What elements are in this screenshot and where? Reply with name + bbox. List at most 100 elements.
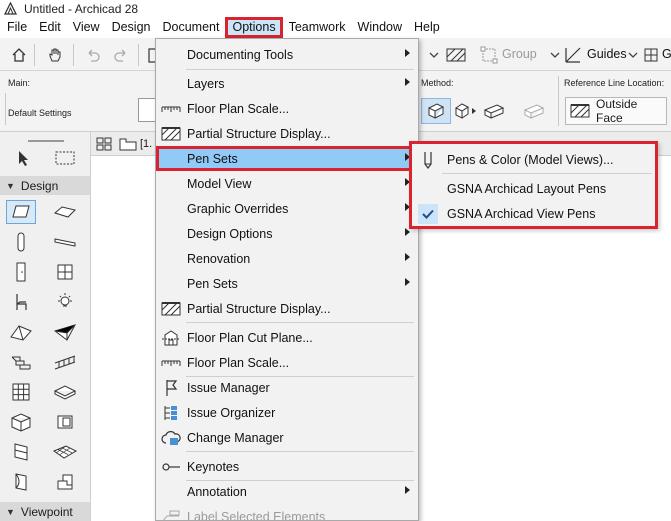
object-chair-tool-icon[interactable] [6, 290, 36, 314]
menu-design[interactable]: Design [106, 17, 157, 38]
submenu-arrow-icon [405, 486, 410, 494]
stair-opening-tool-icon[interactable] [50, 470, 80, 494]
submenu-arrow-icon [405, 278, 410, 286]
menu-item-issue-manager[interactable]: Issue Manager [156, 375, 418, 400]
toolbox-grip[interactable] [28, 140, 64, 142]
toolbox-panel: ▼ Design ▼ Viewpoint [0, 132, 91, 521]
trailing-toolbar-label[interactable]: G [662, 47, 671, 61]
default-settings-label[interactable]: Default Settings [8, 108, 72, 118]
infobox-divider [5, 93, 6, 125]
tab-grid-icon[interactable] [95, 136, 113, 152]
viewpoint-section-header[interactable]: ▼ Viewpoint [0, 502, 90, 521]
reference-line-value: Outside Face [596, 97, 638, 125]
method-straight-wall-icon[interactable] [421, 98, 451, 124]
mesh-tool-icon[interactable] [50, 440, 80, 464]
roof-tool-icon[interactable] [6, 320, 36, 344]
shell-tool-icon[interactable] [50, 320, 80, 344]
menu-item-issue-organizer[interactable]: Issue Organizer [156, 400, 418, 425]
submenu-arrow-icon [405, 228, 410, 236]
method-curved-wall-icon[interactable] [451, 98, 481, 124]
column-tool-icon[interactable] [6, 230, 36, 254]
menu-item-change-manager[interactable]: Change Manager [156, 425, 418, 450]
menu-item-icon-blank [160, 223, 182, 245]
menu-item-floor-plan-scale[interactable]: Floor Plan Scale... [156, 96, 418, 121]
menu-item-pen-sets[interactable]: Pen Sets [156, 271, 418, 296]
main-label: Main: [8, 78, 31, 88]
menu-separator [186, 69, 414, 70]
menu-item-icon-blank [160, 73, 182, 95]
menu-item-icon-blank [160, 44, 182, 66]
pen-icon [418, 150, 438, 170]
menu-item-partial-structure-display[interactable]: Partial Structure Display... [156, 121, 418, 146]
redo-icon[interactable] [110, 44, 132, 66]
design-section-header[interactable]: ▼ Design [0, 176, 90, 195]
opening-tool-icon[interactable] [6, 470, 36, 494]
submenu-arrow-icon [405, 253, 410, 261]
menu-edit[interactable]: Edit [33, 17, 67, 38]
dropdown-chevron-icon[interactable] [423, 44, 445, 66]
flag-icon [160, 377, 182, 399]
floor-plan-tab-label[interactable]: [1. [140, 138, 152, 150]
menu-document[interactable]: Document [157, 17, 226, 38]
object-box-tool-icon[interactable] [6, 410, 36, 434]
method-polygon-wall-icon[interactable] [519, 98, 549, 124]
menu-view[interactable]: View [67, 17, 106, 38]
outside-face-icon [570, 102, 590, 120]
method-trapezoid-wall-icon[interactable] [479, 98, 509, 124]
submenu-item-gsna-view-pens[interactable]: GSNA Archicad View Pens [412, 201, 655, 226]
home-icon[interactable] [8, 44, 30, 66]
submenu-item-gsna-layout-pens[interactable]: GSNA Archicad Layout Pens [412, 176, 655, 201]
pan-hand-icon[interactable] [44, 44, 66, 66]
lamp-tool-icon[interactable] [50, 290, 80, 314]
menu-item-design-options[interactable]: Design Options [156, 221, 418, 246]
railing-tool-icon[interactable] [50, 350, 80, 374]
hatch-fill-icon[interactable] [445, 44, 467, 66]
toolbar-separator [73, 44, 74, 66]
marquee-tool-icon[interactable] [50, 146, 80, 170]
menu-item-icon-blank [160, 481, 182, 503]
stair-tool-icon[interactable] [6, 350, 36, 374]
floor-plan-tab-icon[interactable] [119, 136, 139, 152]
zone-tool-icon[interactable] [50, 410, 80, 434]
group-label[interactable]: Group [502, 47, 537, 61]
menu-item-graphic-overrides[interactable]: Graphic Overrides [156, 196, 418, 221]
menu-item-floor-plan-cut-plane[interactable]: Floor Plan Cut Plane... [156, 325, 418, 350]
menu-item-annotation[interactable]: Annotation [156, 479, 418, 504]
door-tool-icon[interactable] [6, 260, 36, 284]
organizer-icon [160, 402, 182, 424]
wall-tool-icon[interactable] [6, 200, 36, 224]
guides-icon[interactable] [562, 44, 584, 66]
menu-item-icon-blank [160, 248, 182, 270]
menu-window[interactable]: Window [352, 17, 408, 38]
window-tool-icon[interactable] [50, 260, 80, 284]
snap-grid-icon[interactable] [640, 44, 662, 66]
options-dropdown-menu: Documenting Tools Layers Floor Plan Scal… [155, 38, 419, 521]
cloud-icon [160, 427, 182, 449]
menu-item-renovation[interactable]: Renovation [156, 246, 418, 271]
menu-item-layers[interactable]: Layers [156, 71, 418, 96]
menu-options[interactable]: Options [225, 17, 283, 38]
menu-item-partial-structure-display-2[interactable]: Partial Structure Display... [156, 296, 418, 321]
menu-help[interactable]: Help [408, 17, 446, 38]
menu-item-documenting-tools[interactable]: Documenting Tools [156, 42, 418, 67]
guides-label[interactable]: Guides [587, 47, 627, 61]
reference-line-selector[interactable]: Outside Face [565, 97, 667, 125]
skylight-tool-icon[interactable] [6, 440, 36, 464]
menu-item-model-view[interactable]: Model View [156, 171, 418, 196]
morph-tool-icon[interactable] [50, 380, 80, 404]
method-label: Method: [421, 78, 454, 88]
hatch-icon [160, 123, 182, 145]
undo-icon[interactable] [82, 44, 104, 66]
arrow-select-tool-icon[interactable] [8, 146, 38, 170]
beam-tool-icon[interactable] [50, 230, 80, 254]
menu-item-keynotes[interactable]: Keynotes [156, 454, 418, 479]
toolbar-separator [34, 44, 35, 66]
submenu-item-pens-and-color[interactable]: Pens & Color (Model Views)... [412, 147, 655, 172]
menu-item-pen-sets-highlighted[interactable]: Pen Sets [156, 146, 418, 171]
curtain-wall-tool-icon[interactable] [6, 380, 36, 404]
group-icon[interactable] [478, 44, 500, 66]
slab-tool-icon[interactable] [50, 200, 80, 224]
menu-teamwork[interactable]: Teamwork [283, 17, 352, 38]
menu-file[interactable]: File [0, 17, 33, 38]
menu-item-floor-plan-scale-2[interactable]: Floor Plan Scale... [156, 350, 418, 375]
